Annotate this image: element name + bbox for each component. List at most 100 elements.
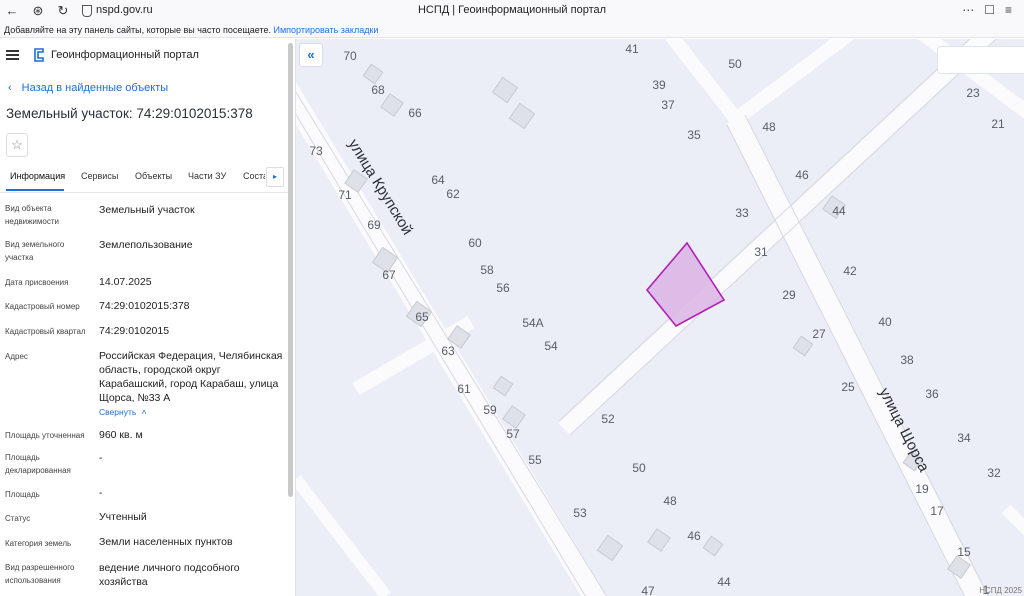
field-label: Площадь декларированная: [5, 453, 71, 475]
house-number: 33: [735, 206, 749, 220]
house-number: 44: [832, 204, 846, 218]
bookmarks-bar: Добавляйте на эту панель сайты, которые …: [0, 22, 1024, 38]
house-number: 44: [717, 575, 731, 589]
house-number: 29: [782, 288, 796, 302]
house-number: 71: [338, 188, 352, 202]
map-search-box[interactable]: [937, 46, 1024, 74]
menu-icon[interactable]: ≡: [1005, 3, 1012, 17]
house-number: 46: [687, 529, 701, 543]
selected-parcel[interactable]: [645, 241, 726, 328]
back-arrow-icon[interactable]: ←: [4, 3, 20, 19]
page-title: Земельный участок: 74:29:0102015:378: [6, 106, 253, 121]
field-label: Дата присвоения: [5, 278, 69, 287]
house-number: 65: [415, 310, 429, 324]
house-number: 15: [957, 545, 971, 559]
field-value: -: [99, 452, 103, 464]
map-view[interactable]: 70 68 66 41 39 37 35 50 48 46 44 42 40 3…: [296, 39, 1024, 596]
tab-services[interactable]: Сервисы: [81, 171, 118, 181]
field-label: Вид разрешенного использования: [5, 563, 75, 585]
tracking-icon[interactable]: ⊛: [30, 3, 46, 19]
field-label: Кадастровый номер: [5, 302, 80, 311]
tab-objects[interactable]: Объекты: [135, 171, 172, 181]
chevron-left-icon: ‹: [8, 82, 12, 94]
more-icon[interactable]: ⋯: [962, 3, 974, 17]
house-number: 40: [878, 315, 892, 329]
field-label: Вид объекта недвижимости: [5, 204, 59, 226]
house-number: 68: [371, 83, 385, 97]
house-number: 38: [900, 353, 914, 367]
field-label: Кадастровый квартал: [5, 327, 86, 336]
house-number: 47: [641, 584, 655, 596]
tab-parts[interactable]: Части ЗУ: [188, 171, 226, 181]
house-number: 31: [754, 245, 768, 259]
house-number: 46: [795, 168, 809, 182]
house-number: 41: [625, 42, 639, 56]
field-value: 14.07.2025: [99, 276, 152, 288]
field-label: Категория земель: [5, 539, 72, 548]
field-value: Землепользование: [99, 239, 193, 251]
house-number: 36: [925, 387, 939, 401]
house-number: 50: [632, 461, 646, 475]
house-number: 21: [991, 117, 1005, 131]
house-number: 57: [506, 427, 520, 441]
field-label: Адрес: [5, 352, 28, 361]
field-value: 74:29:0102015:378: [99, 300, 190, 312]
street-labels: улица Крупской улица Щорса: [345, 136, 933, 475]
house-number: 25: [841, 380, 855, 394]
field-value: ведение личного подсобного хозяйства: [99, 562, 240, 588]
map-canvas[interactable]: 70 68 66 41 39 37 35 50 48 46 44 42 40 3…: [296, 39, 1024, 596]
house-number: 56: [496, 281, 510, 295]
browser-toolbar: ← ⊛ ↻ nspd.gov.ru НСПД | Геоинформационн…: [0, 0, 1024, 23]
house-number: 17: [930, 504, 944, 518]
field-value: Земельный участок: [99, 204, 195, 216]
road-n2: [731, 39, 855, 125]
collapse-row: Свернуть ˄: [99, 405, 284, 419]
house-number: 60: [468, 236, 482, 250]
shield-icon: [82, 5, 92, 17]
tab-info[interactable]: Информация: [10, 171, 65, 181]
tab-composition[interactable]: Соста: [243, 171, 265, 181]
field-value: 960 кв. м: [99, 429, 143, 441]
collapse-link[interactable]: Свернуть: [99, 407, 136, 417]
field-value: Учтенный: [99, 511, 147, 523]
toolbar-right: ⋯ ☐ ≡: [952, 3, 1012, 17]
house-number: 34: [957, 431, 971, 445]
house-number: 64: [431, 173, 445, 187]
field-label: Статус: [5, 514, 31, 523]
hamburger-icon[interactable]: [6, 50, 19, 60]
field-value: Российская Федерация, Челябинская област…: [99, 350, 283, 404]
house-number: 32: [987, 466, 1001, 480]
house-number: 42: [843, 264, 857, 278]
reload-icon[interactable]: ↻: [55, 3, 71, 19]
house-number: 67: [382, 268, 396, 282]
field-value: 74:29:0102015: [99, 325, 170, 337]
field-label: Площадь: [5, 490, 40, 499]
road-n: [664, 39, 742, 124]
chevron-up-icon[interactable]: ˄: [139, 407, 147, 417]
house-number: 53: [573, 506, 587, 520]
collapse-panel-button[interactable]: «: [299, 43, 323, 67]
bookmarks-hint: Добавляйте на эту панель сайты, которые …: [4, 25, 271, 35]
house-number: 54: [544, 339, 558, 353]
favorite-star-icon[interactable]: ☆: [6, 133, 28, 157]
field-label: Вид земельного участка: [5, 240, 65, 262]
house-number: 70: [343, 49, 357, 63]
lane-sw: [296, 475, 391, 596]
portal-name: Геоинформационный портал: [51, 49, 199, 61]
bookmark-icon[interactable]: ☐: [984, 3, 995, 17]
house-number: 62: [446, 187, 460, 201]
import-bookmarks-link[interactable]: Импортировать закладки: [274, 25, 379, 35]
house-number: 23: [966, 86, 980, 100]
back-to-results-link[interactable]: ‹ Назад в найденные объекты: [8, 82, 168, 94]
tab-bar: Информация Сервисы Объекты Части ЗУ Сост…: [0, 164, 290, 193]
house-number: 27: [812, 327, 826, 341]
portal-logo-icon: [34, 48, 44, 62]
shchorsa-street: [727, 114, 988, 596]
field-label: Площадь уточненная: [5, 431, 85, 440]
house-number: 37: [661, 98, 675, 112]
address-bar[interactable]: nspd.gov.ru: [96, 4, 153, 16]
house-number: 35: [687, 128, 701, 142]
tabs-scroll-right-icon[interactable]: ▸: [266, 167, 284, 187]
sidebar-scrollbar[interactable]: [288, 43, 293, 497]
house-number: 50: [728, 57, 742, 71]
